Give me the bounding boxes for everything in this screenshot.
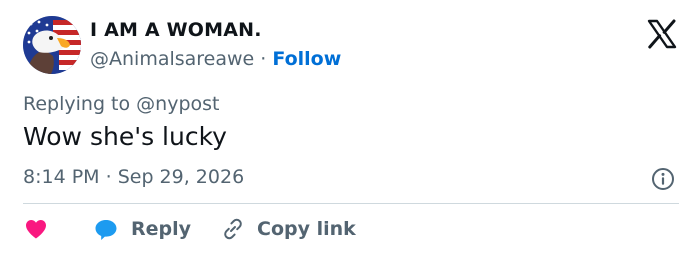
reply-button[interactable]: Reply [93, 217, 191, 241]
reply-label: Reply [131, 218, 192, 240]
replying-to: Replying to @nypost [23, 93, 220, 115]
copy-link-button[interactable]: Copy link [221, 217, 356, 241]
tweet-actions: Reply Copy link [23, 214, 356, 244]
divider [23, 203, 679, 204]
info-icon[interactable] [650, 166, 676, 192]
bald-eagle-avatar-image [23, 16, 81, 74]
replying-to-label: Replying to [23, 93, 131, 115]
avatar[interactable] [23, 16, 81, 74]
replying-to-handle[interactable]: @nypost [136, 93, 219, 115]
x-logo-icon[interactable] [646, 18, 678, 50]
handle-separator: · [260, 48, 267, 70]
display-name[interactable]: I AM A WOMAN. [90, 19, 262, 41]
handle-line: @Animalsareawe · Follow [90, 48, 341, 70]
tweet-date: Sep 29, 2026 [117, 166, 245, 188]
tweet-time: 8:14 PM [23, 166, 100, 188]
follow-button[interactable]: Follow [272, 48, 341, 70]
like-button[interactable] [23, 217, 49, 241]
tweet-text: Wow she's lucky [23, 122, 227, 151]
link-icon [224, 218, 242, 240]
date-separator: · [105, 166, 112, 188]
copy-link-label: Copy link [257, 218, 356, 240]
user-handle[interactable]: @Animalsareawe [90, 48, 254, 70]
heart-icon [26, 220, 46, 239]
timestamp[interactable]: 8:14 PM · Sep 29, 2026 [23, 166, 244, 188]
speech-bubble-icon [95, 220, 117, 240]
